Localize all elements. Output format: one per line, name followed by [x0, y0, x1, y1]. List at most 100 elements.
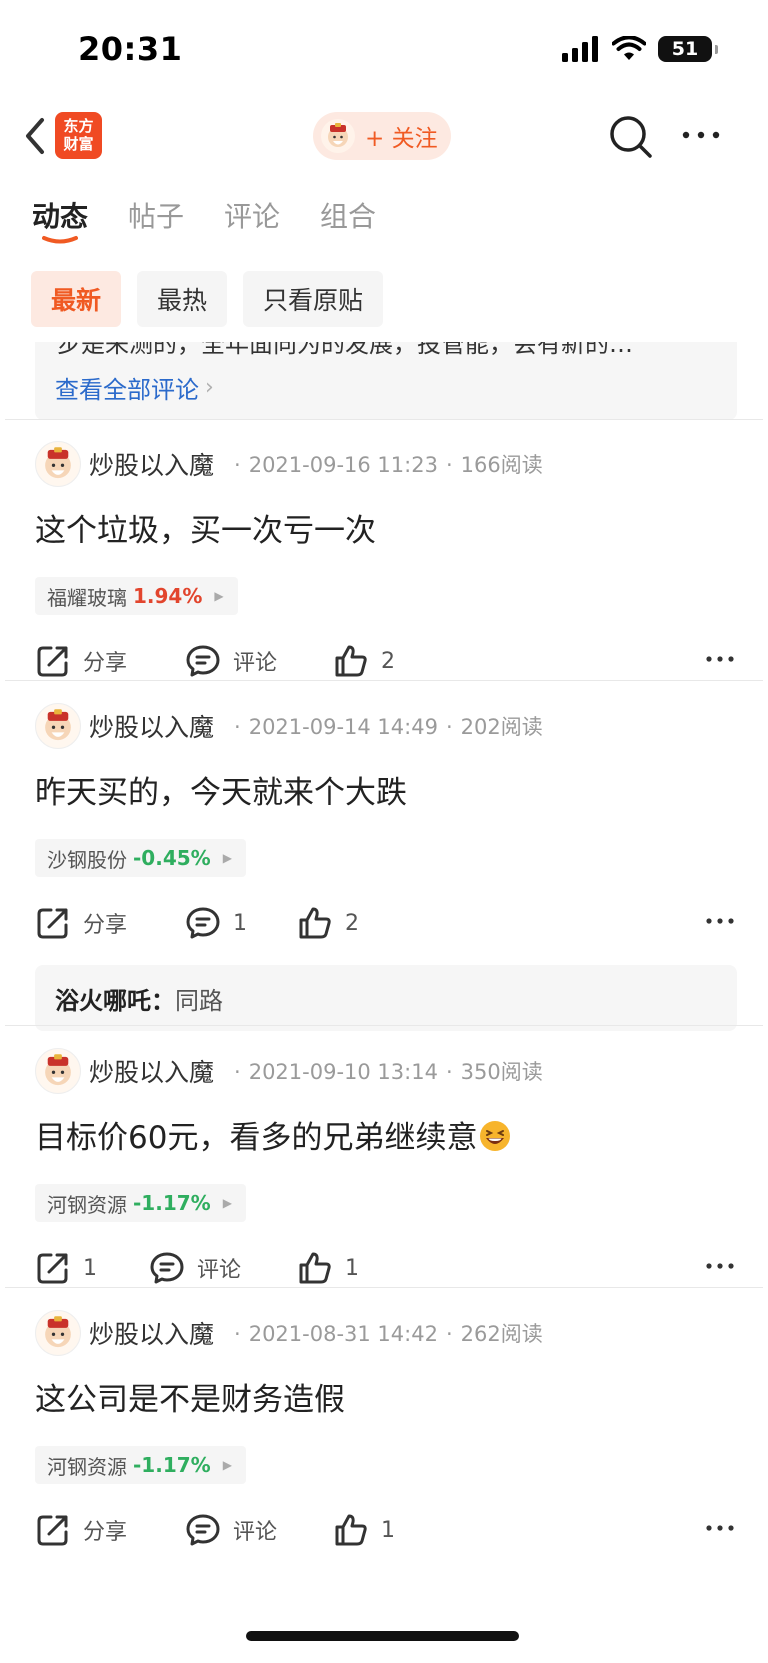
view-all-label: 查看全部评论	[55, 376, 199, 404]
stock-tag[interactable]: 河钢资源 -1.17% ▶	[35, 1184, 246, 1222]
tab-label: 动态	[32, 200, 89, 233]
share-button[interactable]: 1	[35, 1250, 97, 1286]
avatar[interactable]	[35, 1048, 81, 1094]
divider	[5, 1287, 763, 1288]
post-meta: · 2021-09-16 11:23 · 166阅读	[234, 453, 543, 477]
post-date: 2021-09-10 13:14	[248, 1060, 438, 1084]
status-time: 20:31	[78, 30, 183, 68]
filter-original-only[interactable]: 只看原贴	[243, 271, 384, 327]
home-indicator[interactable]	[246, 1631, 519, 1641]
more-dots-icon[interactable]	[705, 649, 735, 669]
comment-button[interactable]: 评论	[185, 643, 277, 679]
post-meta: · 2021-08-31 14:42 · 262阅读	[234, 1322, 543, 1346]
post-date: 2021-09-14 14:49	[248, 715, 438, 739]
play-arrow-icon: ▶	[222, 1458, 232, 1472]
comment-label: 评论	[233, 1520, 278, 1545]
post-text[interactable]: 这公司是不是财务造假	[35, 1374, 345, 1419]
filter-chips: 最新 最热 只看原贴	[31, 271, 384, 327]
more-options-icon[interactable]	[680, 122, 722, 148]
like-button[interactable]: 1	[333, 1512, 395, 1548]
filter-hottest[interactable]: 最热	[137, 271, 228, 327]
play-arrow-icon: ▶	[222, 1196, 232, 1210]
comment-button[interactable]: 评论	[149, 1250, 241, 1286]
thumbs-up-icon	[299, 1252, 331, 1284]
stock-tag[interactable]: 河钢资源 -1.17% ▶	[35, 1446, 246, 1484]
tab-posts[interactable]: 帖子	[128, 195, 184, 243]
like-count: 1	[381, 1517, 395, 1543]
more-dots-icon[interactable]	[705, 1518, 735, 1538]
like-button[interactable]: 2	[333, 643, 395, 679]
tab-label: 帖子	[128, 200, 185, 233]
comment-button[interactable]: 评论	[185, 1512, 277, 1548]
view-all-comments-link[interactable]: 查看全部评论 ›	[55, 370, 214, 405]
stock-change: 1.94%	[133, 584, 203, 608]
chevron-right-icon: ›	[205, 375, 214, 400]
read-count: 262阅读	[460, 1322, 543, 1346]
like-button[interactable]: 1	[297, 1250, 359, 1286]
post-text-content: 目标价60元，看多的兄弟继续意	[35, 1120, 478, 1156]
avatar[interactable]	[35, 703, 81, 749]
share-button[interactable]: 分享	[35, 905, 127, 941]
read-count: 202阅读	[460, 715, 543, 739]
post-text[interactable]: 昨天买的，今天就来个大跌	[35, 767, 407, 812]
share-icon	[37, 646, 68, 677]
more-dots-icon[interactable]	[705, 911, 735, 931]
divider	[5, 1025, 763, 1026]
avatar[interactable]	[35, 1310, 81, 1356]
reply-preview[interactable]: 浴火哪吒： 同路	[35, 965, 737, 1031]
stock-tag[interactable]: 沙钢股份 -0.45% ▶	[35, 839, 246, 877]
post-meta: · 2021-09-14 14:49 · 202阅读	[234, 715, 543, 739]
reply-text: 同路	[175, 986, 223, 1015]
stock-name: 河钢资源	[47, 1192, 127, 1217]
post-text[interactable]: 这个垃圾，买一次亏一次	[35, 505, 376, 550]
god-of-wealth-icon	[45, 447, 71, 479]
god-of-wealth-icon	[45, 709, 71, 741]
like-count: 2	[345, 910, 359, 936]
like-count: 2	[381, 648, 395, 674]
laughing-emoji-icon	[480, 1121, 511, 1151]
tab-portfolio[interactable]: 组合	[320, 195, 376, 243]
follow-button[interactable]: + 关注	[313, 112, 451, 160]
share-button[interactable]: 分享	[35, 643, 127, 679]
author-avatar-small	[321, 119, 355, 153]
stock-tag[interactable]: 福耀玻璃 1.94% ▶	[35, 577, 238, 615]
thumbs-up-icon	[335, 645, 367, 677]
read-count: 350阅读	[460, 1060, 543, 1084]
like-button[interactable]: 2	[297, 905, 359, 941]
author-name[interactable]: 炒股以入魔	[89, 1315, 214, 1351]
tab-dynamics[interactable]: 动态	[32, 195, 89, 244]
author-name[interactable]: 炒股以入魔	[89, 1053, 214, 1089]
status-bar: 20:31 51	[0, 0, 768, 100]
post-meta: · 2021-09-10 13:14 · 350阅读	[234, 1060, 543, 1084]
share-button[interactable]: 分享	[35, 1512, 127, 1548]
tab-comments[interactable]: 评论	[224, 195, 280, 243]
search-icon[interactable]	[608, 114, 654, 160]
share-icon	[37, 1515, 68, 1546]
status-icons: 51	[562, 36, 718, 62]
avatar[interactable]	[35, 441, 81, 487]
post-text[interactable]: 目标价60元，看多的兄弟继续意	[35, 1112, 511, 1157]
tab-label: 评论	[224, 200, 281, 233]
app-logo: 东方 财富	[55, 112, 102, 159]
post-date: 2021-08-31 14:42	[248, 1322, 438, 1346]
god-of-wealth-icon	[45, 1316, 71, 1348]
stock-change: -1.17%	[133, 1191, 211, 1215]
share-count: 1	[83, 1255, 97, 1281]
nav-bar: 东方 财富 + 关注	[0, 100, 768, 172]
tab-label: 组合	[320, 200, 377, 233]
back-arrow-icon[interactable]	[18, 114, 54, 158]
author-name[interactable]: 炒股以入魔	[89, 708, 214, 744]
stock-name: 沙钢股份	[47, 847, 127, 872]
more-dots-icon[interactable]	[705, 1256, 735, 1276]
divider	[5, 680, 763, 681]
comment-icon	[186, 907, 220, 939]
stock-name: 福耀玻璃	[47, 585, 127, 610]
cellular-signal-icon	[562, 36, 598, 62]
stock-change: -0.45%	[133, 846, 211, 870]
author-name[interactable]: 炒股以入魔	[89, 446, 214, 482]
thumbs-up-icon	[299, 907, 331, 939]
comment-button[interactable]: 1	[185, 905, 247, 941]
comment-icon	[186, 645, 220, 677]
post-header: 炒股以入魔 · 2021-09-10 13:14 · 350阅读	[35, 1048, 543, 1094]
filter-latest[interactable]: 最新	[31, 271, 122, 327]
